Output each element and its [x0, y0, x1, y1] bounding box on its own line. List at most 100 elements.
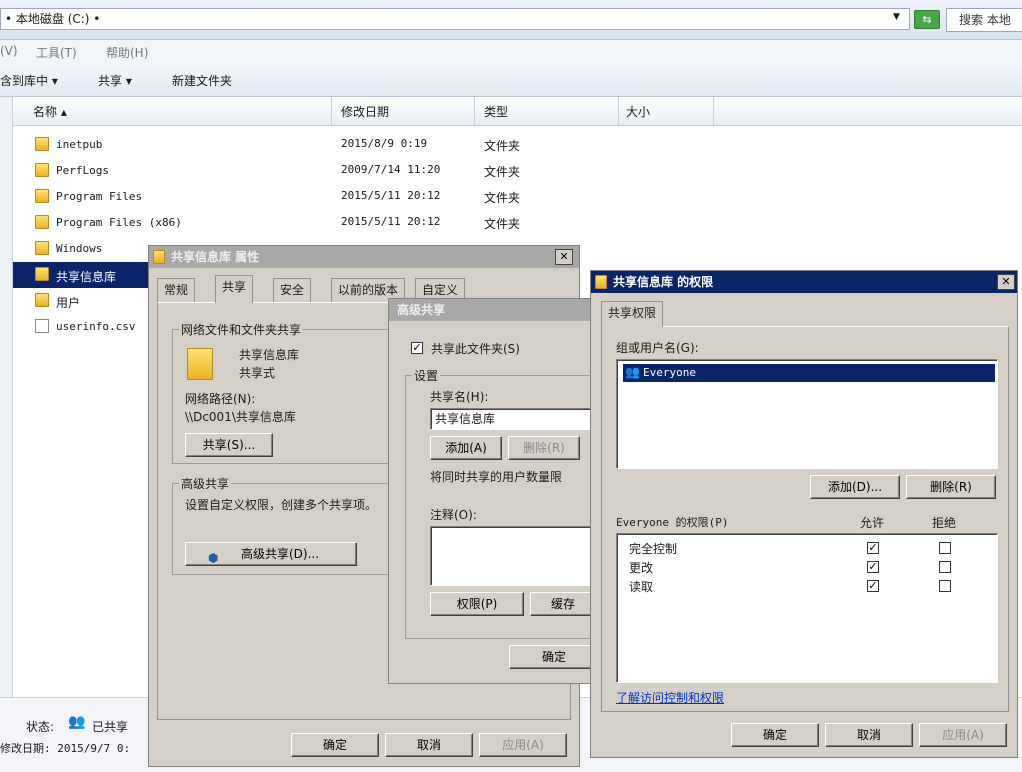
- users-list[interactable]: 👥 Everyone: [616, 359, 998, 469]
- shield-icon: ⬢: [208, 551, 219, 565]
- permission-change: 更改: [629, 561, 654, 575]
- folder-icon: [35, 189, 49, 203]
- file-row-selected[interactable]: 共享信息库: [13, 262, 160, 288]
- menu-view[interactable]: (V): [0, 44, 18, 58]
- file-date: 2015/5/11 20:12: [341, 215, 441, 228]
- access-control-help-link[interactable]: 了解访问控制和权限: [616, 689, 724, 706]
- remove-user-button[interactable]: 删除(R): [906, 475, 996, 499]
- tab-label: 自定义: [422, 283, 459, 297]
- share-folder-label: 共享此文件夹(S): [431, 342, 520, 356]
- folder-icon: [35, 267, 49, 281]
- permissions-ok-button[interactable]: 确定: [731, 723, 819, 747]
- network-path: \\Dc001\共享信息库: [185, 410, 296, 424]
- file-name: Windows: [56, 242, 103, 255]
- file-date: 2015/5/11 20:12: [341, 189, 441, 202]
- file-type: 文件夹: [484, 165, 521, 179]
- column-name[interactable]: 名称 ▴: [33, 103, 67, 120]
- folder-icon: [35, 293, 49, 307]
- ok-button[interactable]: 确定: [291, 733, 379, 757]
- permissions-list: 完全控制 ✓ 更改 ✓ 读取 ✓: [616, 533, 998, 683]
- address-field[interactable]: • 本地磁盘 (C:) •: [0, 8, 910, 30]
- folder-icon: [153, 250, 165, 264]
- file-name: PerfLogs: [56, 164, 109, 177]
- allow-read-checkbox[interactable]: ✓: [867, 580, 879, 592]
- comment-input[interactable]: [430, 526, 597, 586]
- permissions-title: 共享信息库 的权限: [613, 275, 714, 289]
- permissions-cancel-button[interactable]: 取消: [825, 723, 913, 747]
- folder-icon: [35, 137, 49, 151]
- menu-tools[interactable]: 工具(T): [36, 44, 77, 61]
- new-folder-button[interactable]: 新建文件夹: [172, 72, 232, 89]
- deny-read-checkbox[interactable]: [939, 580, 951, 592]
- navigation-pane[interactable]: [0, 97, 13, 697]
- user-limit-label: 将同时共享的用户数量限: [430, 470, 563, 484]
- file-row[interactable]: Program Files (x86) 2015/5/11 20:12 文件夹: [13, 210, 1022, 236]
- status-label: 状态:: [26, 720, 55, 734]
- file-row[interactable]: inetpub 2015/8/9 0:19 文件夹: [13, 132, 1022, 158]
- advanced-ok-button[interactable]: 确定: [509, 645, 597, 669]
- advanced-sharing-button[interactable]: ⬢ 高级共享(D)...: [185, 542, 357, 566]
- properties-title: 共享信息库 属性: [171, 250, 260, 264]
- permissions-button[interactable]: 权限(P): [430, 592, 524, 616]
- search-input[interactable]: 搜索 本地: [946, 8, 1022, 32]
- folder-name: 共享信息库: [239, 348, 300, 362]
- caching-button[interactable]: 缓存: [530, 592, 597, 616]
- address-dropdown-icon[interactable]: ▼: [893, 12, 900, 22]
- permissions-dialog: 共享信息库 的权限 ✕ 共享权限 组或用户名(G): 👥 Everyone 添加…: [590, 270, 1018, 758]
- file-name: userinfo.csv: [56, 320, 136, 333]
- permissions-panel: 组或用户名(G): 👥 Everyone 添加(D)... 删除(R) Ever…: [601, 326, 1009, 712]
- folder-icon: [35, 215, 49, 229]
- add-user-button[interactable]: 添加(D)...: [810, 475, 900, 499]
- file-row[interactable]: PerfLogs 2009/7/14 11:20 文件夹: [13, 158, 1022, 184]
- cancel-button[interactable]: 取消: [385, 733, 473, 757]
- tab-label: 以前的版本: [338, 283, 399, 297]
- toolbar: 含到库中 ▾ 共享 ▾ 新建文件夹: [0, 64, 1022, 97]
- share-name-input[interactable]: 共享信息库: [430, 408, 597, 430]
- tab-general[interactable]: 常规: [157, 278, 196, 302]
- refresh-icon[interactable]: ⇆: [914, 10, 940, 29]
- tab-share-permissions[interactable]: 共享权限: [601, 301, 664, 327]
- user-item-everyone[interactable]: 👥 Everyone: [623, 364, 995, 382]
- advanced-sharing-description: 设置自定义权限，创建多个共享项。: [185, 498, 378, 512]
- column-size[interactable]: 大小: [626, 103, 650, 120]
- permissions-for-label: Everyone 的权限(P): [616, 516, 729, 529]
- button-label: 高级共享(D)...: [240, 547, 320, 561]
- menu-help[interactable]: 帮助(H): [106, 44, 148, 61]
- comment-label: 注释(O):: [430, 508, 477, 522]
- shared-users-icon: 👥: [68, 714, 86, 730]
- tab-security[interactable]: 安全: [273, 278, 312, 302]
- settings-group: 设置 共享名(H): 共享信息库 添加(A) 删除(R) 将同时共享的用户数量限…: [405, 367, 597, 639]
- close-icon[interactable]: ✕: [997, 274, 1015, 290]
- add-share-button[interactable]: 添加(A): [430, 436, 502, 460]
- deny-header: 拒绝: [932, 516, 957, 530]
- group-label: 高级共享: [179, 475, 232, 492]
- tab-sharing[interactable]: 共享: [215, 275, 254, 303]
- include-in-library-button[interactable]: 含到库中 ▾: [0, 72, 58, 89]
- file-type: 文件夹: [484, 191, 521, 205]
- close-icon[interactable]: ✕: [555, 249, 573, 265]
- remove-share-button[interactable]: 删除(R): [508, 436, 580, 460]
- file-date: 2015/8/9 0:19: [341, 137, 428, 150]
- allow-change-checkbox[interactable]: ✓: [867, 561, 879, 573]
- share-folder-checkbox[interactable]: ✓: [411, 342, 423, 354]
- deny-full-control-checkbox[interactable]: [939, 542, 951, 554]
- folder-icon: [187, 348, 213, 380]
- allow-full-control-checkbox[interactable]: ✓: [867, 542, 879, 554]
- allow-header: 允许: [860, 516, 885, 530]
- address-bar: • 本地磁盘 (C:) • ▼ ⇆ 搜索 本地: [0, 0, 1022, 40]
- advanced-sharing-titlebar: 高级共享: [389, 299, 597, 321]
- file-row[interactable]: Program Files 2015/5/11 20:12 文件夹: [13, 184, 1022, 210]
- column-header: 名称 ▴ 修改日期 类型 大小: [13, 97, 1022, 126]
- column-date[interactable]: 修改日期: [341, 103, 389, 120]
- share-with-button[interactable]: 共享 ▾: [98, 72, 132, 89]
- group-label: 网络文件和文件夹共享: [179, 321, 304, 338]
- user-name: Everyone: [643, 366, 696, 379]
- deny-change-checkbox[interactable]: [939, 561, 951, 573]
- permissions-apply-button[interactable]: 应用(A): [919, 723, 1007, 747]
- folder-icon: [35, 163, 49, 177]
- share-button[interactable]: 共享(S)...: [185, 433, 273, 457]
- column-type[interactable]: 类型: [484, 103, 508, 120]
- apply-button[interactable]: 应用(A): [479, 733, 567, 757]
- share-type: 共享式: [239, 366, 276, 380]
- file-icon: [35, 319, 49, 333]
